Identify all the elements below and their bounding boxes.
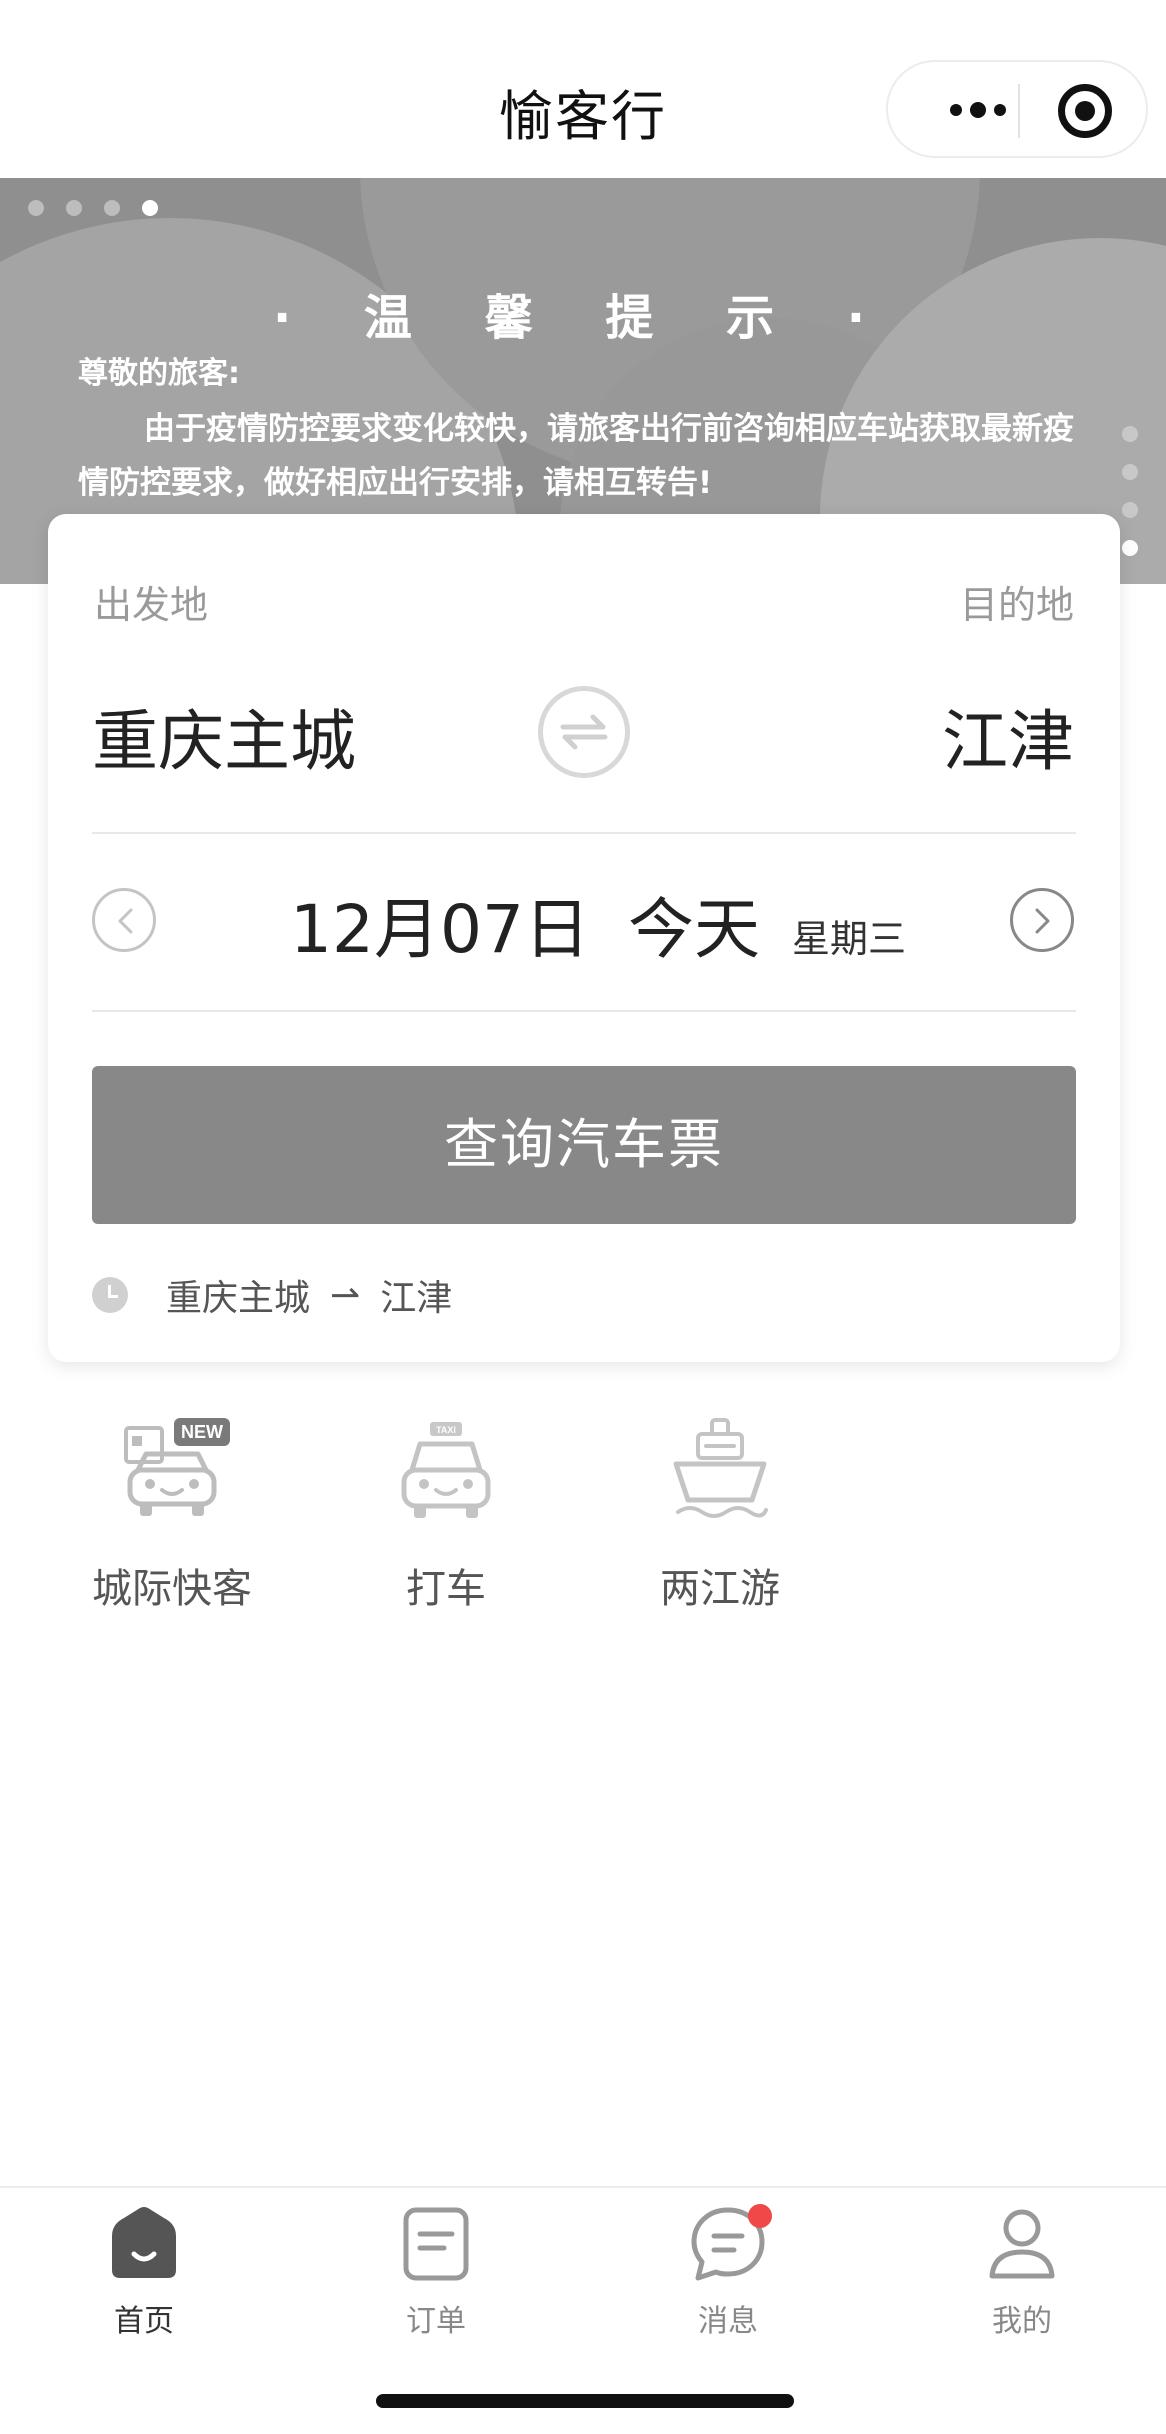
chevron-left-icon	[118, 908, 133, 934]
service-taxi[interactable]: TAXI 打车	[346, 1414, 546, 1614]
tab-home[interactable]: 首页	[44, 2204, 244, 2339]
unread-dot	[748, 2204, 772, 2228]
indicator-dot	[1122, 502, 1138, 518]
previous-day-button[interactable]	[92, 888, 156, 952]
banner-title: · 温 馨 提 示 ·	[272, 290, 894, 346]
home-icon	[112, 2207, 176, 2278]
tab-label: 订单	[406, 2304, 466, 2339]
banner-indicator	[28, 200, 158, 216]
history-arrow: ⇀	[330, 1274, 361, 1316]
indicator-dot	[28, 200, 44, 216]
service-two-rivers-tour[interactable]: 两江游	[620, 1414, 820, 1614]
weekday-label: 星期三	[791, 917, 906, 961]
clock-icon	[92, 1277, 128, 1313]
search-history-item[interactable]: 重庆主城 ⇀ 江津	[92, 1270, 452, 1320]
indicator-dot	[104, 200, 120, 216]
tab-label: 消息	[698, 2304, 758, 2339]
svg-text:NEW: NEW	[181, 1422, 223, 1442]
tab-orders[interactable]: 订单	[336, 2204, 536, 2339]
indicator-dot	[1122, 464, 1138, 480]
history-from: 重庆主城	[166, 1278, 311, 1319]
indicator-dot	[66, 200, 82, 216]
swap-cities-button[interactable]	[538, 686, 630, 778]
search-tickets-button[interactable]: 查询汽车票	[92, 1066, 1076, 1224]
chevron-right-icon	[1035, 908, 1050, 934]
service-intercity-express[interactable]: NEW 城际快客	[72, 1414, 272, 1614]
home-indicator	[376, 2394, 794, 2408]
indicator-dot-active	[1122, 540, 1138, 556]
order-icon	[403, 2207, 469, 2281]
swap-icon	[560, 714, 608, 750]
taxi-icon: TAXI	[401, 1422, 491, 1518]
indicator-dot	[1122, 426, 1138, 442]
date-selector[interactable]: 12月07日 今天 星期三	[290, 876, 906, 968]
travel-date: 12月07日	[290, 891, 590, 968]
service-label: 两江游	[660, 1566, 780, 1612]
departure-label: 出发地	[94, 583, 209, 627]
banner-side-indicator	[1122, 426, 1138, 556]
tab-profile[interactable]: 我的	[922, 2204, 1122, 2339]
navbar: 愉客行	[0, 0, 1166, 178]
departure-city[interactable]: 重庆主城	[92, 688, 356, 784]
close-miniprogram-icon[interactable]	[1058, 84, 1112, 138]
svg-text:TAXI: TAXI	[436, 1425, 456, 1435]
ship-icon	[673, 1418, 768, 1518]
divider	[92, 832, 1076, 834]
day-label: 今天	[627, 891, 760, 968]
next-day-button[interactable]	[1010, 888, 1074, 952]
ticket-search-card: 出发地 目的地 重庆主城 江津 12月07日 今天 星期三 查询汽车票 重庆主城…	[48, 514, 1120, 1362]
service-label: 城际快客	[92, 1566, 252, 1612]
tab-label: 首页	[114, 2304, 174, 2339]
banner-body: 由于疫情防控要求变化较快，请旅客出行前咨询相应车站获取最新疫情防控要求，做好相应…	[78, 411, 1074, 501]
service-label: 打车	[406, 1566, 486, 1612]
miniprogram-capsule	[886, 60, 1148, 158]
destination-label: 目的地	[959, 583, 1074, 627]
capsule-divider	[1018, 84, 1020, 138]
tab-label: 我的	[992, 2304, 1052, 2339]
profile-icon	[989, 2209, 1055, 2279]
tab-messages[interactable]: 消息	[628, 2204, 828, 2339]
divider	[92, 1010, 1076, 1012]
more-menu-icon[interactable]	[928, 90, 1028, 130]
destination-city[interactable]: 江津	[942, 688, 1074, 784]
car-new-icon: NEW	[124, 1418, 230, 1516]
indicator-dot-active	[142, 200, 158, 216]
history-to: 江津	[380, 1278, 453, 1319]
banner-greeting: 尊敬的旅客:	[78, 356, 240, 391]
